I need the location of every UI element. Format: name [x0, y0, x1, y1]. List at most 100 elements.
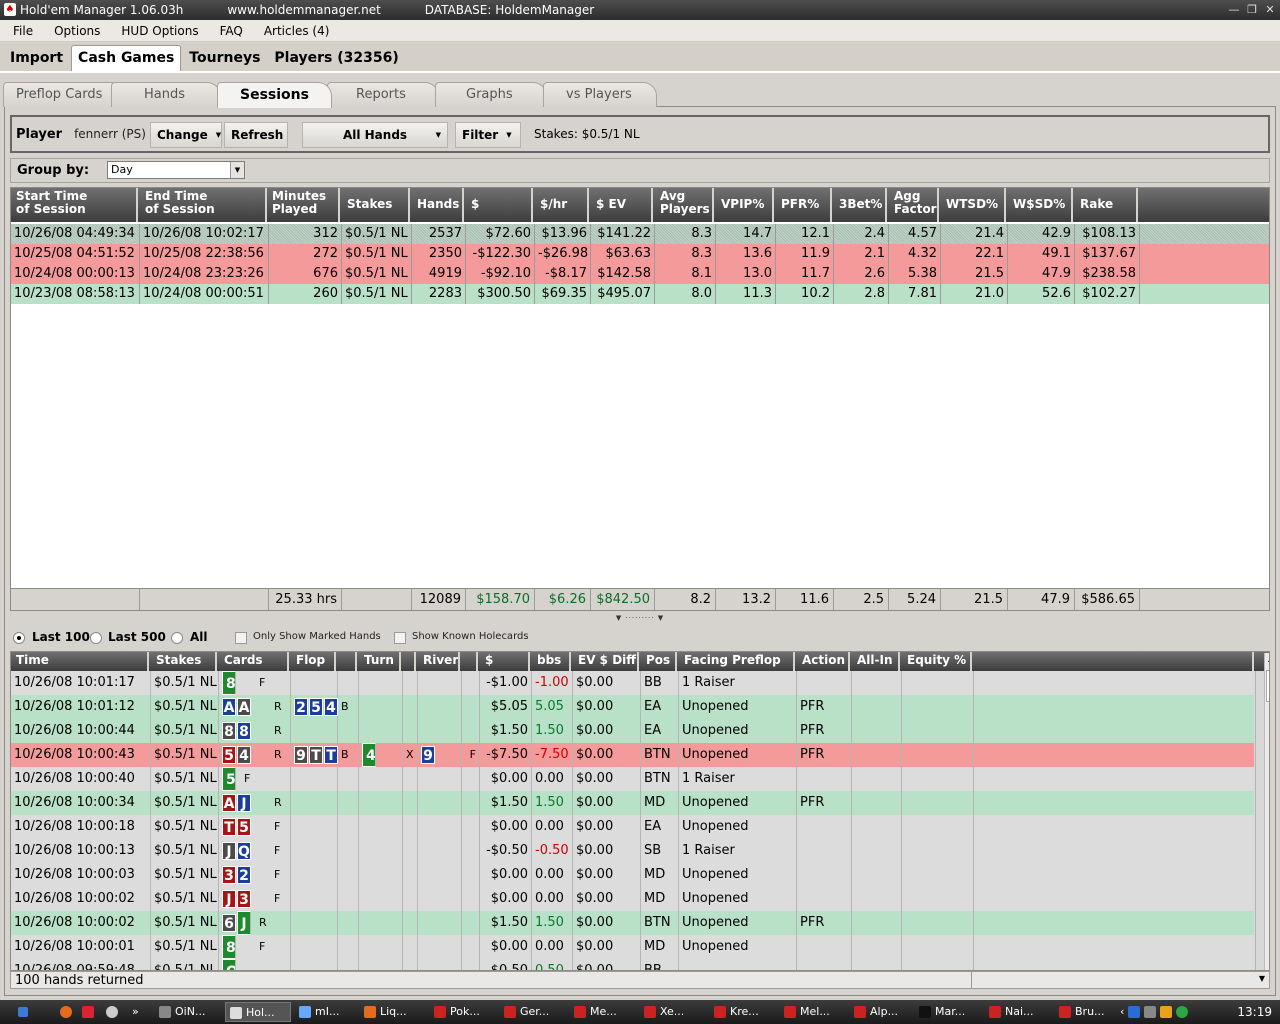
hands-col-header[interactable]: $ [480, 652, 530, 671]
session-row[interactable]: 10/26/08 04:49:34 10/26/08 10:02:17 312 $0.… [11, 224, 1269, 244]
taskbar-item[interactable]: Pok... [430, 1002, 496, 1022]
hand-row[interactable]: 10/26/08 10:01:17$0.5/1 NL88F-$1.00-1.00… [11, 671, 1256, 695]
sessions-col-header[interactable]: WTSD% [941, 188, 1006, 222]
hands-col-header[interactable]: Action [797, 652, 850, 671]
hands-col-header[interactable]: Turn [359, 652, 401, 671]
hand-row[interactable]: 10/26/08 10:00:44 $0.5/1 NL 8 8 R $1.50 1.50 $0… [11, 719, 1256, 743]
taskbar-item[interactable]: mI... [295, 1002, 361, 1022]
sessions-col-header[interactable]: Avg Players [655, 188, 714, 222]
menu-articles[interactable]: Articles (4) [256, 24, 338, 38]
sessions-col-header[interactable]: Stakes [342, 188, 410, 222]
refresh-button[interactable]: Refresh [224, 122, 288, 148]
sessions-col-header[interactable]: Rake [1075, 188, 1138, 222]
restore-icon[interactable]: ❐ [1244, 2, 1260, 18]
change-button[interactable]: Change ▼ [150, 122, 222, 148]
hand-row[interactable]: 10/26/08 10:00:01$0.5/1 NL8KF $0.000.00$0… [11, 935, 1256, 959]
scroll-down-icon[interactable]: ▼ [1259, 974, 1265, 983]
hands-col-header[interactable] [338, 652, 357, 671]
group-by-select[interactable]: Day ▼ [107, 161, 245, 179]
hands-col-header[interactable]: River [418, 652, 460, 671]
minimize-icon[interactable]: — [1226, 2, 1242, 18]
sessions-col-header[interactable]: W$SD% [1008, 188, 1073, 222]
tab-reports[interactable]: Reports [327, 82, 439, 107]
hand-row[interactable]: 10/26/08 10:01:12 $0.5/1 NL A A R 2 5 4 B $5.05 5.… [11, 695, 1256, 719]
marked-hands-checkbox[interactable] [235, 632, 247, 644]
taskbar-item[interactable]: Mel... [780, 1002, 846, 1022]
taskbar-item[interactable]: Ger... [500, 1002, 566, 1022]
hand-row[interactable]: 10/26/08 10:00:02 $0.5/1 NL J 3 F $0.00 0.00 $0… [11, 887, 1256, 911]
hands-col-header[interactable] [403, 652, 416, 671]
sessions-col-header[interactable]: Minutes Played [267, 188, 340, 222]
tab-players[interactable]: Players (32356) [268, 46, 404, 71]
expand-quicklaunch-icon[interactable]: » [132, 1002, 146, 1022]
menu-options[interactable]: Options [46, 24, 108, 38]
hands-col-header[interactable]: bbs [532, 652, 571, 671]
tab-cash-games[interactable]: Cash Games [71, 45, 182, 71]
known-holecards-checkbox[interactable] [394, 632, 406, 644]
menu-file[interactable]: File [5, 24, 41, 38]
tab-tourneys[interactable]: Tourneys [183, 46, 266, 71]
hands-col-header[interactable]: Pos [641, 652, 677, 671]
hands-filter-dropdown[interactable]: All Hands ▼ [302, 122, 448, 148]
hand-row[interactable]: 10/26/08 10:00:43 $0.5/1 NL 5 4 R 9 T T B 4 X 9 F -$7… [11, 743, 1256, 767]
tab-sessions[interactable]: Sessions [217, 82, 332, 108]
sessions-col-header[interactable]: 3Bet% [834, 188, 887, 222]
tab-import[interactable]: Import [4, 46, 69, 71]
tab-graphs[interactable]: Graphs [435, 82, 547, 107]
sessions-col-header[interactable]: $ EV [591, 188, 653, 222]
hand-row[interactable]: 10/26/08 10:00:18 $0.5/1 NL T 5 F $0.00 0.00 $0… [11, 815, 1256, 839]
menu-hud-options[interactable]: HUD Options [113, 24, 206, 38]
sessions-col-header[interactable]: End Time of Session [140, 188, 267, 222]
hands-col-header[interactable]: Cards [219, 652, 289, 671]
start-icon[interactable] [18, 1002, 32, 1022]
chevron-down-icon[interactable]: ▼ [230, 162, 244, 178]
sessions-col-header[interactable]: Agg Factor [889, 188, 939, 222]
hands-col-header[interactable]: EV $ Diff [573, 652, 639, 671]
tab-vs-players[interactable]: vs Players [543, 82, 657, 107]
session-row[interactable]: 10/24/08 00:00:13 10/24/08 23:23:26 676 $0.… [11, 264, 1269, 284]
hands-col-header[interactable]: All-In [852, 652, 900, 671]
sessions-col-header[interactable]: Hands [412, 188, 464, 222]
taskbar-item[interactable]: Kre... [710, 1002, 776, 1022]
menu-faq[interactable]: FAQ [212, 24, 251, 38]
hand-row[interactable]: 10/26/08 09:59:48$0.5/1 NLQQ $0.500.50$0.… [11, 959, 1256, 970]
taskbar-item[interactable]: Me... [570, 1002, 636, 1022]
tab-hands[interactable]: Hands [111, 82, 221, 107]
taskbar-item[interactable]: Alp... [850, 1002, 916, 1022]
radio-last-100[interactable] [13, 632, 25, 644]
scroll-thumb[interactable] [1266, 670, 1269, 702]
tab-preflop-cards[interactable]: Preflop Cards [3, 82, 125, 107]
session-row[interactable]: 10/23/08 08:58:13 10/24/08 00:00:51 260 $0.… [11, 284, 1269, 304]
scroll-up-icon[interactable]: ▲ [1268, 654, 1269, 663]
hm-quicklaunch-icon[interactable] [82, 1002, 98, 1022]
taskbar-item[interactable]: Nai... [985, 1002, 1051, 1022]
firefox-quicklaunch-icon[interactable] [60, 1002, 76, 1022]
radio-all[interactable] [171, 632, 183, 644]
sessions-col-header[interactable]: VPIP% [716, 188, 774, 222]
hand-row[interactable]: 10/26/08 10:00:13 $0.5/1 NL J Q F -$0.50 -0.50… [11, 839, 1256, 863]
sessions-col-header[interactable]: Start Time of Session [11, 188, 138, 222]
sessions-col-header[interactable]: $/hr [535, 188, 589, 222]
skull-quicklaunch-icon[interactable] [106, 1002, 122, 1022]
vertical-scrollbar[interactable]: ▲ [1264, 653, 1269, 970]
hands-col-header[interactable] [974, 652, 1254, 671]
hands-col-header[interactable]: Flop [291, 652, 336, 671]
hand-row[interactable]: 10/26/08 10:00:40$0.5/1 NL65F $0.000.00$0… [11, 767, 1256, 791]
taskbar-item[interactable]: Mar... [915, 1002, 981, 1022]
hands-col-header[interactable] [462, 652, 478, 671]
hand-row[interactable]: 10/26/08 10:00:02 $0.5/1 NL 6 J R $1.50 1.50 $0… [11, 911, 1256, 935]
close-icon[interactable]: ✕ [1262, 2, 1278, 18]
sessions-col-header[interactable]: $ [466, 188, 533, 222]
hand-row[interactable]: 10/26/08 10:00:03 $0.5/1 NL 3 2 F $0.00 0.00 $0… [11, 863, 1256, 887]
session-row[interactable]: 10/25/08 04:51:52 10/25/08 22:38:56 272 $0.… [11, 244, 1269, 264]
radio-last-500[interactable] [90, 632, 102, 644]
sessions-col-header[interactable] [1140, 188, 1269, 222]
hands-col-header[interactable]: Stakes [151, 652, 217, 671]
taskbar-item[interactable]: Bru... [1055, 1002, 1117, 1022]
taskbar-item[interactable]: Liq... [360, 1002, 426, 1022]
hand-row[interactable]: 10/26/08 10:00:34 $0.5/1 NL A J R $1.50 1.50 $0… [11, 791, 1256, 815]
taskbar-item[interactable]: OiN... [155, 1002, 221, 1022]
hands-col-header[interactable]: Time [11, 652, 149, 671]
filter-button[interactable]: Filter ▼ [455, 122, 521, 148]
hands-col-header[interactable]: Equity % [902, 652, 972, 671]
